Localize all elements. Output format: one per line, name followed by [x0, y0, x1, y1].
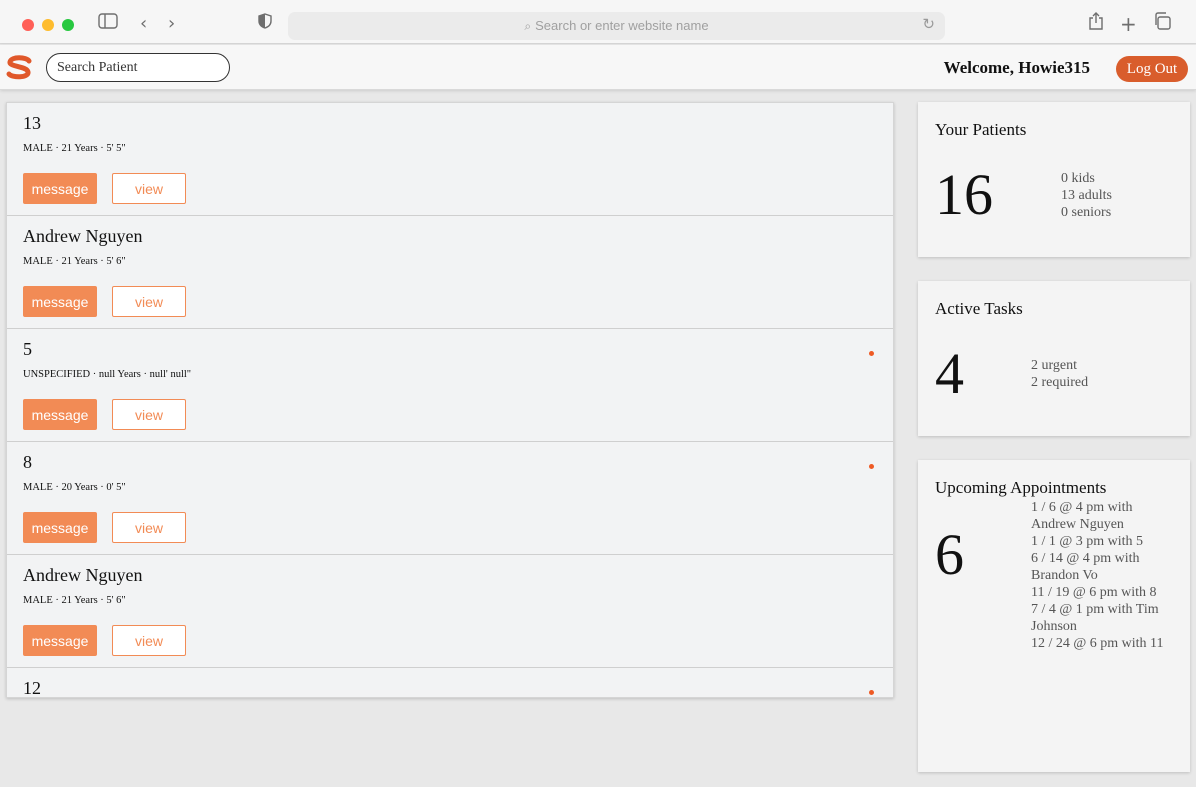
sidebar-toggle-icon[interactable] [98, 12, 118, 36]
reload-icon[interactable]: ↻ [922, 15, 935, 33]
browser-toolbar: ‹ › ⌕ Search or enter website name ↻ + [0, 0, 1196, 44]
message-button[interactable]: message [23, 286, 97, 317]
kids-count: 0 kids [1061, 171, 1095, 186]
new-tab-icon[interactable]: + [1120, 12, 1137, 36]
message-button[interactable]: message [23, 173, 97, 204]
patient-name: Andrew Nguyen [23, 565, 143, 585]
upcoming-appointments-card: Upcoming Appointments 6 1 / 6 @ 4 pm wit… [918, 460, 1190, 772]
app-header: Welcome, Howie315 Log Out [0, 45, 1196, 90]
patient-name: 12 [23, 678, 41, 698]
unread-indicator-dot [869, 690, 874, 695]
patient-details: MALE · 21 Years · 5' 6" [23, 595, 126, 606]
patient-details: UNSPECIFIED · null Years · null' null" [23, 369, 192, 380]
search-icon: ⌕ [524, 19, 532, 33]
appointment-line: 6 / 14 @ 4 pm with [1031, 551, 1140, 566]
view-button[interactable]: view [112, 286, 186, 317]
card-title: Active Tasks [935, 299, 1023, 318]
zoom-window-button[interactable] [62, 19, 74, 31]
card-title: Upcoming Appointments [935, 478, 1107, 497]
view-button[interactable]: view [112, 173, 186, 204]
task-breakdown: 2 urgent 2 required [1031, 357, 1088, 391]
patient-name: 5 [23, 339, 32, 359]
patient-breakdown: 0 kids 13 adults 0 seniors [1061, 170, 1112, 221]
log-out-button[interactable]: Log Out [1116, 56, 1188, 82]
forward-icon[interactable]: › [168, 12, 175, 36]
your-patients-card: Your Patients 16 0 kids 13 adults 0 seni… [918, 102, 1190, 257]
appointment-line: Johnson [1031, 619, 1077, 634]
urgent-count: 2 urgent [1031, 358, 1078, 373]
patient-details: MALE · 21 Years · 5' 5" [23, 143, 126, 154]
patient-name: 8 [23, 452, 32, 472]
message-button[interactable]: message [23, 625, 97, 656]
unread-indicator-dot [869, 464, 874, 469]
message-button[interactable]: message [23, 399, 97, 430]
appointment-line: 12 / 24 @ 6 pm with 11 [1031, 636, 1164, 651]
patient-card: Andrew Nguyen MALE · 21 Years · 5' 6" me… [7, 216, 893, 329]
search-patient-input[interactable] [46, 53, 230, 82]
appointment-count: 6 [935, 522, 964, 587]
appointment-line: Brandon Vo [1031, 568, 1098, 583]
appointment-line: 1 / 6 @ 4 pm with [1031, 500, 1133, 515]
patient-card: 12 [7, 668, 893, 698]
patient-name: 13 [23, 113, 41, 133]
patient-details: MALE · 20 Years · 0' 5" [23, 482, 126, 493]
view-button[interactable]: view [112, 625, 186, 656]
patient-card: Andrew Nguyen MALE · 21 Years · 5' 6" me… [7, 555, 893, 668]
app-logo[interactable] [6, 54, 32, 80]
patient-name: Andrew Nguyen [23, 226, 143, 246]
view-button[interactable]: view [112, 512, 186, 543]
unread-indicator-dot [869, 351, 874, 356]
seniors-count: 0 seniors [1061, 205, 1112, 220]
privacy-shield-icon[interactable] [258, 12, 272, 36]
appointment-line: 7 / 4 @ 1 pm with Tim [1031, 602, 1159, 617]
required-count: 2 required [1031, 375, 1089, 390]
card-title: Your Patients [935, 120, 1027, 139]
close-window-button[interactable] [22, 19, 34, 31]
address-bar[interactable]: ⌕ Search or enter website name ↻ [288, 12, 945, 40]
task-count: 4 [935, 341, 964, 406]
patient-card: 5 UNSPECIFIED · null Years · null' null"… [7, 329, 893, 442]
view-button[interactable]: view [112, 399, 186, 430]
patient-count: 16 [935, 162, 993, 227]
appointment-line: Andrew Nguyen [1031, 517, 1124, 532]
tab-overview-icon[interactable] [1153, 12, 1171, 37]
back-icon[interactable]: ‹ [140, 12, 147, 36]
patient-details: MALE · 21 Years · 5' 6" [23, 256, 126, 267]
share-icon[interactable] [1089, 12, 1103, 37]
active-tasks-card: Active Tasks 4 2 urgent 2 required [918, 281, 1190, 436]
address-placeholder: Search or enter website name [535, 18, 709, 33]
patient-card: 13 MALE · 21 Years · 5' 5" message view [7, 103, 893, 216]
appointment-list: 1 / 6 @ 4 pm with Andrew Nguyen 1 / 1 @ … [1031, 499, 1164, 652]
message-button[interactable]: message [23, 512, 97, 543]
appointment-line: 11 / 19 @ 6 pm with 8 [1031, 585, 1157, 600]
minimize-window-button[interactable] [42, 19, 54, 31]
patient-card: 8 MALE · 20 Years · 0' 5" message view [7, 442, 893, 555]
appointment-line: 1 / 1 @ 3 pm with 5 [1031, 534, 1144, 549]
welcome-text: Welcome, Howie315 [943, 58, 1090, 77]
patient-list: 13 MALE · 21 Years · 5' 5" message view … [6, 102, 894, 698]
adults-count: 13 adults [1061, 188, 1112, 203]
